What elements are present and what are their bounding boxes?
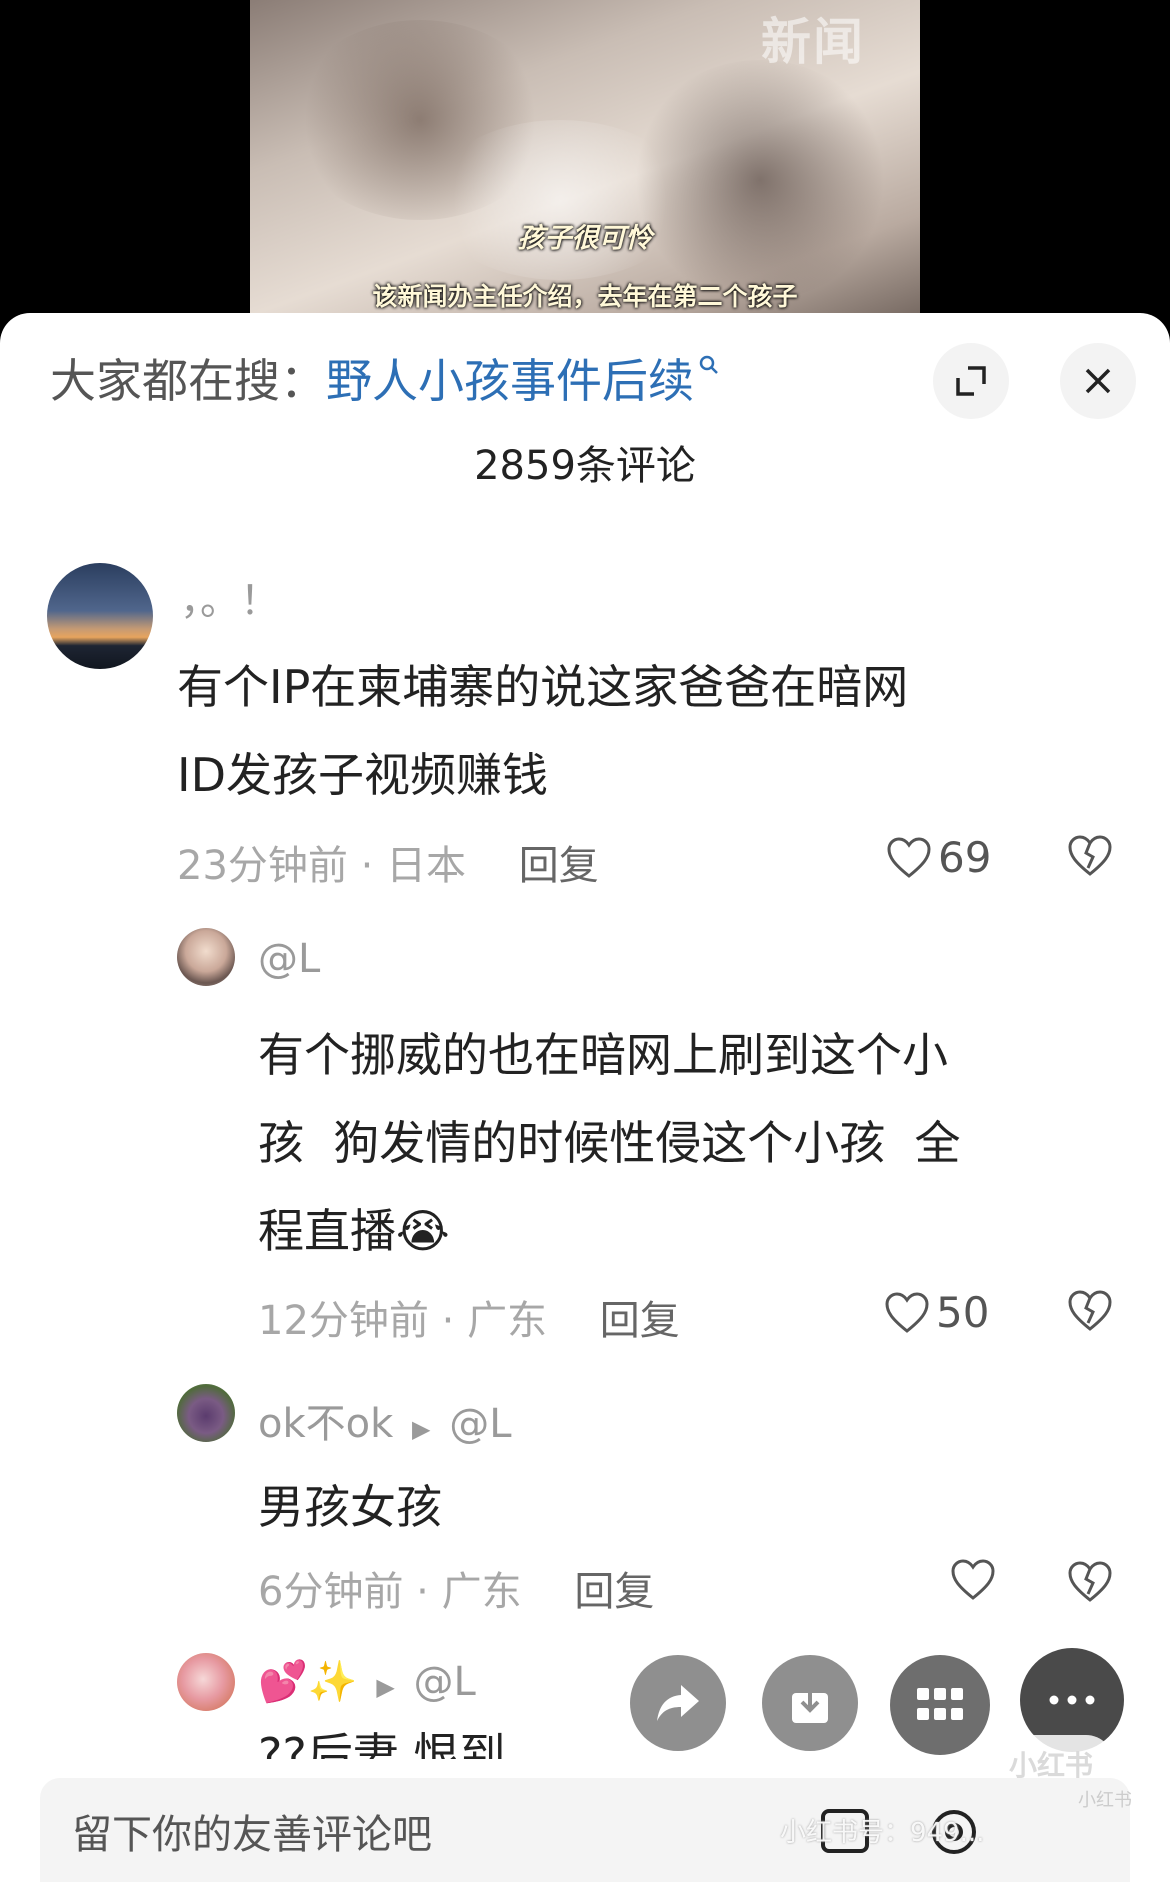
more-icon <box>1049 1695 1095 1705</box>
video-frame-shape <box>430 120 690 280</box>
trending-search[interactable]: 大家都在搜： 野人小孩事件后续 <box>50 343 720 413</box>
trending-search-term[interactable]: 野人小孩事件后续 <box>326 345 694 411</box>
reply-arrow-icon: ▶ <box>376 1673 395 1701</box>
comment-input-placeholder: 留下你的友善评论吧 <box>72 1812 432 1858</box>
comment-meta: 23分钟前 · 日本 回复 <box>177 833 599 891</box>
comment-meta: 6分钟前 · 广东 回复 <box>258 1559 654 1617</box>
avatar[interactable] <box>177 928 235 986</box>
comment-text-line: 有个IP在柬埔寨的说这家爸爸在暗网 <box>177 660 909 714</box>
trending-search-prefix: 大家都在搜： <box>50 354 326 408</box>
comment-time: 23分钟前 <box>177 843 348 889</box>
share-icon <box>657 1685 699 1721</box>
broken-heart-icon <box>1068 1561 1112 1602</box>
meta-separator: · <box>441 1298 468 1344</box>
comment-location: 广东 <box>441 1569 522 1615</box>
comment-text: 男孩女孩 <box>258 1463 442 1551</box>
like-button[interactable]: 50 <box>884 1288 989 1337</box>
like-count: 69 <box>938 833 992 882</box>
meta-separator: · <box>416 1569 442 1615</box>
comment-location: 日本 <box>386 843 467 889</box>
expand-button[interactable] <box>933 343 1009 419</box>
comment-username[interactable]: ，。！ <box>180 568 280 626</box>
avatar[interactable] <box>177 1384 235 1442</box>
comment-username[interactable]: ok不ok <box>258 1401 393 1447</box>
comment-location: 广东 <box>467 1298 548 1344</box>
reply-button[interactable]: 回复 <box>600 1298 680 1344</box>
news-watermark: 新闻 <box>761 13 865 71</box>
reply-to-username[interactable]: @L <box>449 1401 511 1447</box>
broken-heart-icon <box>1068 1290 1112 1331</box>
share-button[interactable] <box>630 1655 726 1751</box>
comment-username[interactable]: @L <box>258 936 320 982</box>
comment-text-line: ID发孩子视频赚钱 <box>177 748 548 802</box>
avatar[interactable] <box>47 563 153 669</box>
avatar[interactable] <box>177 1653 235 1711</box>
small-watermark: 小红书 <box>1078 1790 1132 1811</box>
comment-text-line: 有个挪威的也在暗网上刷到这个小 <box>258 1028 948 1082</box>
dislike-button[interactable] <box>1067 1561 1113 1607</box>
close-button[interactable] <box>1060 343 1136 419</box>
heart-icon <box>951 1559 995 1600</box>
comment-text: 有个挪威的也在暗网上刷到这个小 孩 狗发情的时候性侵这个小孩 全 程直播😭 <box>258 1011 1138 1275</box>
comment-username[interactable]: 💕✨ <box>258 1659 358 1705</box>
meta-separator: · <box>360 843 387 889</box>
close-icon <box>1085 368 1111 394</box>
comment-time: 6分钟前 <box>258 1569 404 1615</box>
video-player[interactable]: 新闻 孩子很可怜 该新闻办主任介绍，去年在第二个孩子 <box>250 0 920 330</box>
heart-icon <box>885 1291 929 1333</box>
comment-username-row: ok不ok ▶ @L <box>258 1391 511 1449</box>
comment-meta: 12分钟前 · 广东 回复 <box>258 1288 680 1346</box>
heart-icon <box>887 836 931 878</box>
comment-count: 2859条评论 <box>474 443 696 489</box>
grid-icon <box>917 1688 963 1720</box>
account-watermark: 小红书号：949... <box>780 1818 985 1848</box>
comment-text-line: ??后妻 恨到 <box>258 1728 506 1759</box>
comment-time: 12分钟前 <box>258 1298 429 1344</box>
download-icon <box>792 1683 828 1723</box>
page: 新闻 孩子很可怜 该新闻办主任介绍，去年在第二个孩子 大家都在搜： 野人小孩事件… <box>0 0 1170 1882</box>
comment-text-line: 程直播😭 <box>258 1187 1138 1275</box>
expand-icon <box>956 366 986 396</box>
save-button[interactable] <box>762 1655 858 1751</box>
dislike-button[interactable] <box>1067 1290 1113 1336</box>
comment-text-line: 孩 狗发情的时候性侵这个小孩 全 <box>258 1116 961 1170</box>
comment-text-line: 男孩女孩 <box>258 1480 442 1534</box>
reply-arrow-icon: ▶ <box>412 1415 431 1443</box>
crying-emoji: 😭 <box>396 1204 450 1258</box>
apps-button[interactable] <box>890 1655 990 1755</box>
comment-sheet: 大家都在搜： 野人小孩事件后续 2859条评论 ，。！ 有个IP在柬埔寨的说这家… <box>0 313 1170 1882</box>
reply-button[interactable]: 回复 <box>574 1569 654 1615</box>
reply-to-username[interactable]: @L <box>414 1659 476 1705</box>
like-count: 50 <box>936 1288 990 1337</box>
comment-text-segment: 程直播 <box>258 1204 396 1258</box>
search-icon <box>698 353 720 383</box>
comment-text: 有个IP在柬埔寨的说这家爸爸在暗网 ID发孩子视频赚钱 <box>177 643 908 819</box>
dislike-button[interactable] <box>1067 835 1113 881</box>
video-subtitle: 该新闻办主任介绍，去年在第二个孩子 <box>372 282 798 311</box>
video-subtitle: 孩子很可怜 <box>517 223 653 254</box>
like-button[interactable]: 69 <box>886 833 991 882</box>
reply-button[interactable]: 回复 <box>519 843 599 889</box>
broken-heart-icon <box>1068 835 1112 876</box>
comment-text: ??后妻 恨到 <box>258 1725 505 1759</box>
comment-username-row: 💕✨ ▶ @L <box>258 1658 476 1705</box>
like-button[interactable] <box>950 1559 1002 1601</box>
